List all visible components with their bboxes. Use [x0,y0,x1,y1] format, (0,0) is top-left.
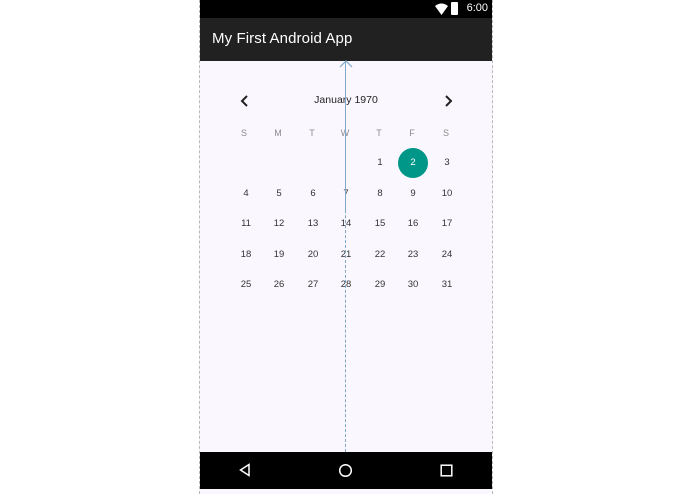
layout-guide-line-solid [345,61,346,211]
home-icon[interactable] [338,463,353,478]
app-bar: My First Android App [200,18,492,61]
calendar-day[interactable]: 14 [331,209,361,239]
calendar-day[interactable]: 29 [365,270,395,300]
calendar-day[interactable]: 7 [331,179,361,209]
calendar-day[interactable]: 9 [398,179,428,209]
calendar-day[interactable]: 23 [398,240,428,270]
calendar-day[interactable]: 31 [432,270,462,300]
calendar-day[interactable]: 11 [231,209,261,239]
calendar-day[interactable]: 1 [365,148,395,178]
calendar-day[interactable]: 26 [264,270,294,300]
system-nav-bar [200,452,492,489]
battery-icon [451,2,458,15]
recents-icon[interactable] [440,464,453,477]
calendar-day[interactable]: 21 [331,240,361,270]
bottom-strip [200,489,492,494]
calendar-day[interactable]: 12 [264,209,294,239]
calendar-day[interactable]: 27 [298,270,328,300]
calendar-day[interactable]: 15 [365,209,395,239]
calendar-day[interactable]: 6 [298,179,328,209]
status-bar: 6:00 [200,0,492,18]
calendar-day[interactable]: 19 [264,240,294,270]
calendar-day[interactable]: 18 [231,240,261,270]
guide-arrow-icon [339,60,353,68]
phone-screen: 6:00 My First Android App January 1970 S… [199,0,493,494]
day-grid: 1234567891011121314151617181920212223242… [200,61,492,452]
calendar-day[interactable]: 3 [432,148,462,178]
calendar-day[interactable]: 16 [398,209,428,239]
calendar-day[interactable]: 10 [432,179,462,209]
calendar-day-selected[interactable]: 2 [398,148,428,178]
calendar-day[interactable]: 5 [264,179,294,209]
calendar-view: January 1970 S M T W T F S 1234567891011… [200,61,492,452]
calendar-day[interactable]: 25 [231,270,261,300]
calendar-day[interactable]: 24 [432,240,462,270]
calendar-day[interactable]: 8 [365,179,395,209]
wifi-icon [435,3,448,15]
status-time: 6:00 [466,2,488,14]
app-title: My First Android App [212,30,353,47]
calendar-day[interactable]: 28 [331,270,361,300]
calendar-day[interactable]: 30 [398,270,428,300]
back-icon[interactable] [238,463,252,477]
calendar-day[interactable]: 13 [298,209,328,239]
calendar-day[interactable]: 22 [365,240,395,270]
calendar-day[interactable]: 17 [432,209,462,239]
calendar-day[interactable]: 20 [298,240,328,270]
calendar-day[interactable]: 4 [231,179,261,209]
